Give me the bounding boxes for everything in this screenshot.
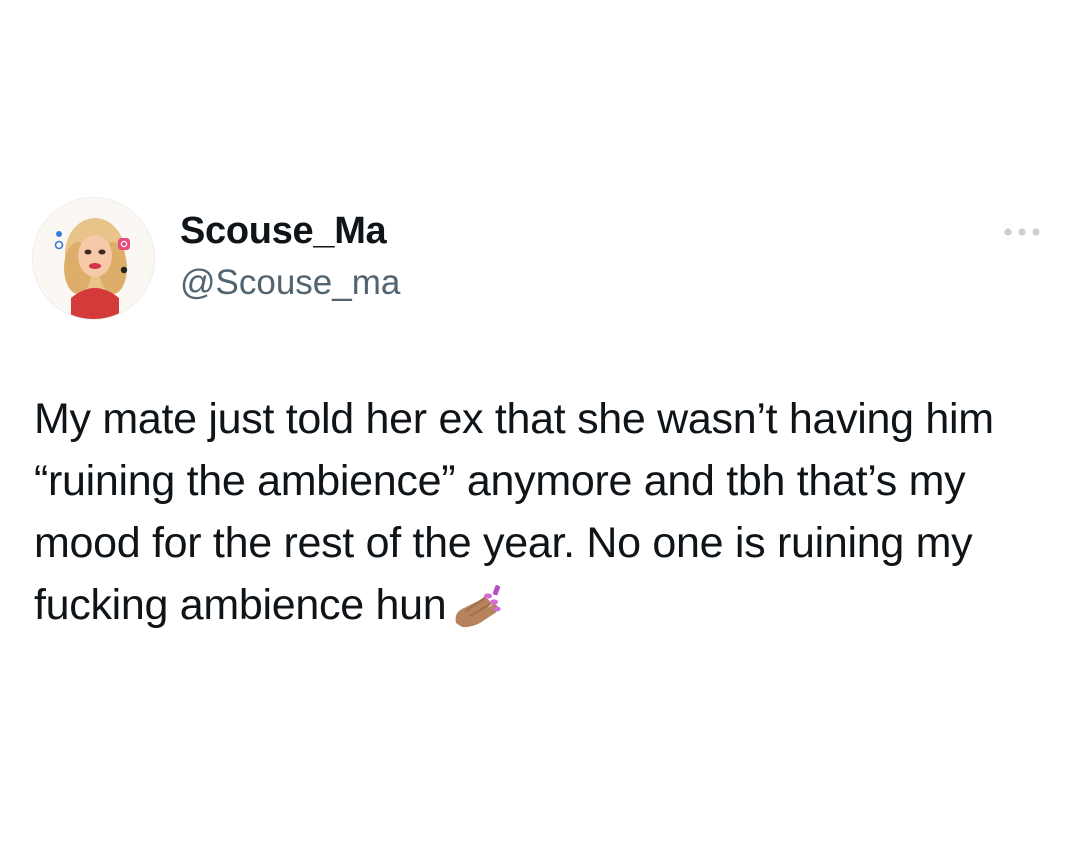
tweet-body: My mate just told her ex that she wasn’t… (34, 388, 1044, 636)
avatar[interactable] (32, 197, 155, 320)
display-name[interactable]: Scouse_Ma (180, 210, 387, 253)
user-handle[interactable]: @Scouse_ma (180, 263, 400, 303)
more-horizontal-icon[interactable] (1000, 222, 1044, 242)
tweet-text: My mate just told her ex that she wasn’t… (34, 395, 994, 629)
nail-polish-emoji-icon (455, 585, 501, 628)
avatar-illustration (54, 218, 130, 319)
tweet-card: Scouse_Ma @Scouse_ma My mate just told h… (0, 0, 1080, 856)
